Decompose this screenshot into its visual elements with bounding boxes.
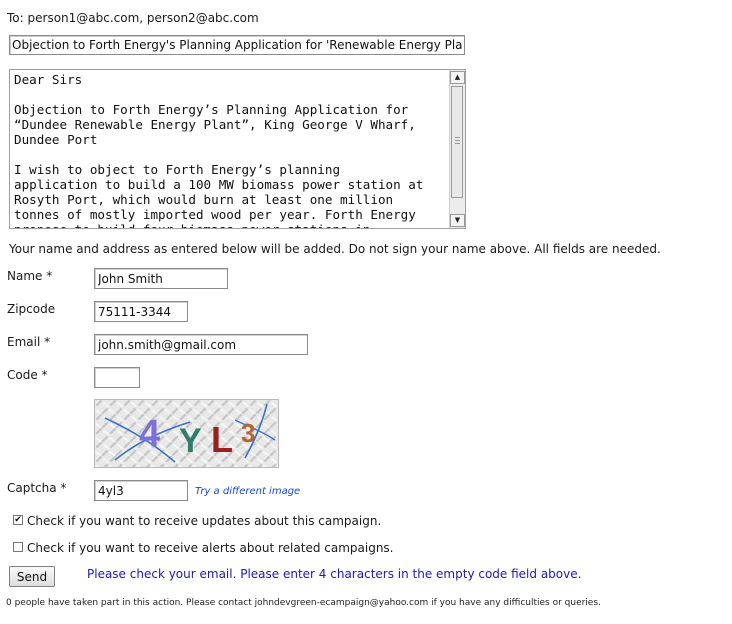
captcha-char-4: 3 <box>241 418 255 448</box>
recipients-text: person1@abc.com, person2@abc.com <box>27 11 259 25</box>
email-label: Email * <box>7 335 51 349</box>
captcha-char-3: L <box>211 419 233 460</box>
footer-text: 0 people have taken part in this action.… <box>6 598 601 608</box>
scrollbar-thumb[interactable] <box>451 86 463 198</box>
captcha-char-1: 4 <box>139 413 160 455</box>
instructions-text: Your name and address as entered below w… <box>9 242 661 256</box>
captcha-char-2: Y <box>179 422 202 460</box>
alerts-checkbox-label[interactable]: Check if you want to receive alerts abou… <box>27 541 394 555</box>
zipcode-field[interactable] <box>94 301 188 322</box>
name-field[interactable] <box>94 268 228 289</box>
message-textarea[interactable]: Dear Sirs Objection to Forth Energy’s Pl… <box>9 69 466 229</box>
code-label: Code * <box>7 368 48 382</box>
name-label: Name * <box>7 269 53 283</box>
check-icon: ✔ <box>14 515 22 525</box>
status-message: Please check your email. Please enter 4 … <box>87 567 582 581</box>
message-text[interactable]: Dear Sirs Objection to Forth Energy’s Pl… <box>14 72 448 228</box>
zipcode-label: Zipcode <box>7 302 56 316</box>
captcha-field[interactable] <box>94 480 188 501</box>
scroll-down-icon[interactable]: ▼ <box>450 214 465 227</box>
try-different-image-link[interactable]: Try a different image <box>195 486 300 497</box>
message-scrollbar[interactable]: ▲ ▼ <box>449 70 465 228</box>
to-label: To: <box>7 11 24 25</box>
updates-checkbox-label[interactable]: Check if you want to receive updates abo… <box>27 514 381 528</box>
subject-input[interactable] <box>9 35 465 55</box>
email-field[interactable] <box>94 334 308 355</box>
captcha-label: Captcha * <box>7 481 67 495</box>
captcha-graphic: 4 Y L 3 <box>95 400 278 467</box>
scroll-up-icon[interactable]: ▲ <box>450 71 465 84</box>
send-button[interactable]: Send <box>9 566 55 587</box>
recipients-line: To: person1@abc.com, person2@abc.com <box>7 11 259 25</box>
updates-checkbox[interactable]: ✔ <box>13 515 23 525</box>
captcha-image: 4 Y L 3 <box>94 399 279 468</box>
code-field[interactable] <box>94 367 140 388</box>
alerts-checkbox[interactable] <box>13 542 23 552</box>
